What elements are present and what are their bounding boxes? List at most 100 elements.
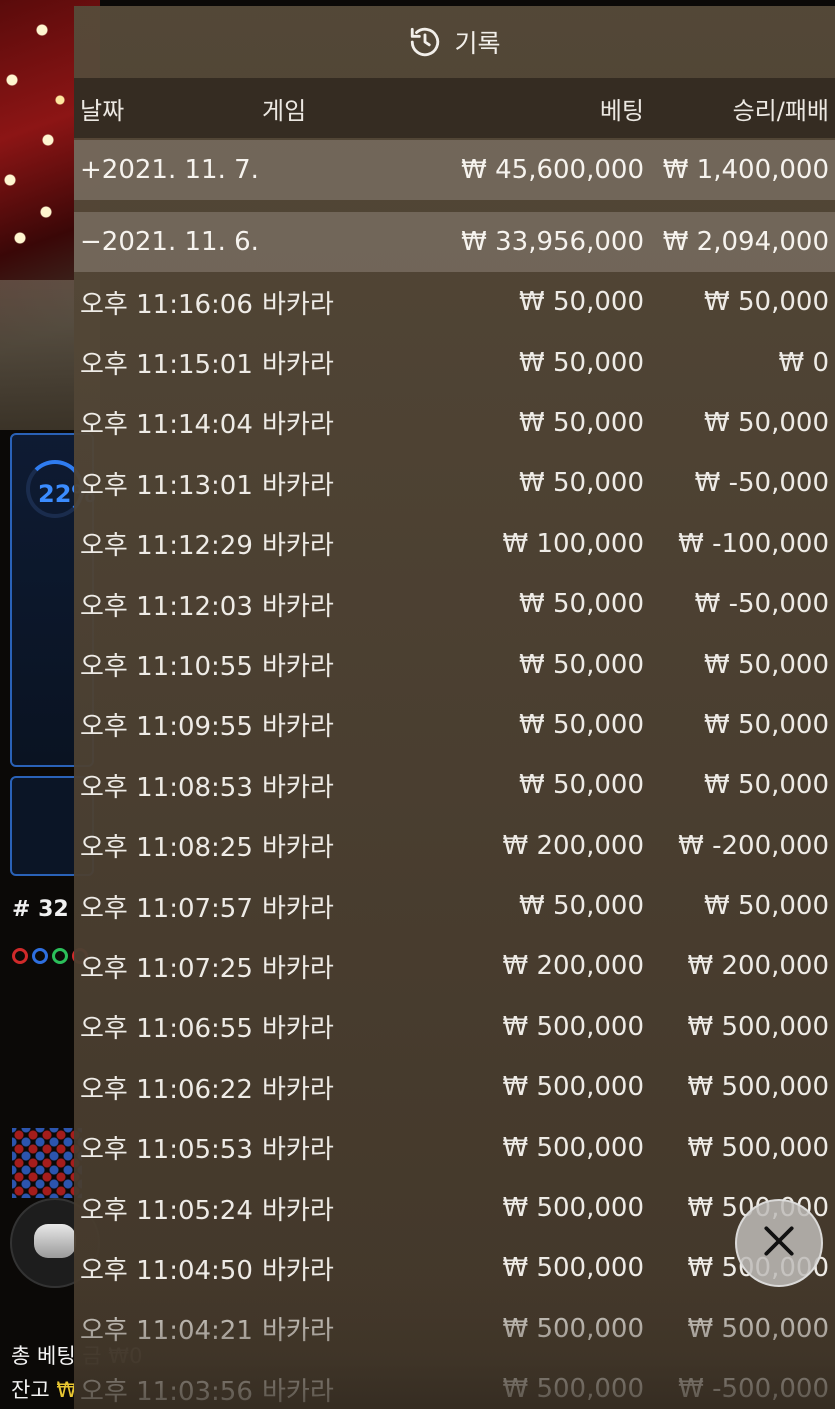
history-entry-row[interactable]: 오후 11:10:55 바카라 ₩ 50,000 ₩ 50,000 (74, 634, 835, 694)
entry-time: 오후 11:16:06 (80, 289, 253, 320)
balance-label: 잔고 ₩ (11, 1374, 77, 1404)
entry-time: 오후 11:06:22 (80, 1074, 253, 1105)
entry-win-loss: ₩ 50,000 (704, 287, 829, 318)
entry-game: 바카라 (262, 772, 334, 803)
entry-game: 바카라 (262, 953, 334, 984)
history-icon (408, 25, 442, 59)
entry-game: 바카라 (262, 1195, 334, 1226)
entry-win-loss: ₩ 500,000 (687, 1132, 830, 1163)
entry-game: 바카라 (262, 1074, 334, 1105)
blue-circle-icon (32, 948, 48, 964)
entry-game: 바카라 (262, 1316, 334, 1347)
history-entry-row[interactable]: 오후 11:07:57 바카라 ₩ 50,000 ₩ 50,000 (74, 876, 835, 936)
history-entry-row[interactable]: 오후 11:12:29 바카라 ₩ 100,000 ₩ -100,000 (74, 514, 835, 574)
history-entry-row[interactable]: 오후 11:06:55 바카라 ₩ 500,000 ₩ 500,000 (74, 997, 835, 1057)
entry-game: 바카라 (262, 289, 334, 320)
entry-game: 바카라 (262, 1255, 334, 1286)
column-date: 날짜 (80, 96, 125, 125)
entry-game: 바카라 (262, 1135, 334, 1166)
entry-time: 오후 11:12:03 (80, 591, 253, 622)
entry-time: 오후 11:07:57 (80, 893, 253, 924)
history-entry-row[interactable]: 오후 11:08:25 바카라 ₩ 200,000 ₩ -200,000 (74, 816, 835, 876)
entry-time: 오후 11:15:01 (80, 350, 253, 381)
day-bet-total: ₩ 33,956,000 (461, 227, 644, 257)
column-bet: 베팅 (599, 96, 644, 125)
history-panel: 기록 날짜 게임 베팅 승리/패배 +2021. 11. 7. ₩ 45,600… (74, 6, 835, 1409)
history-entry-row[interactable]: 오후 11:04:50바카라₩ 500,000₩ 500,000 (74, 1238, 835, 1298)
entry-bet: ₩ 50,000 (519, 287, 644, 318)
entry-time: 오후 11:12:29 (80, 531, 253, 562)
column-win-loss: 승리/패배 (732, 96, 829, 125)
day-label: +2021. 11. 7. (80, 155, 259, 185)
entry-bet: ₩ 50,000 (519, 891, 644, 922)
entry-time: 오후 11:04:50 (80, 1255, 253, 1286)
entry-time: 오후 11:09:55 (80, 712, 253, 743)
history-entry-row[interactable]: 오후 11:03:56 바카라 ₩ 500,000 ₩ -500,000 (74, 1359, 835, 1409)
entry-win-loss: ₩ 500,000 (687, 1072, 830, 1103)
entry-bet: ₩ 200,000 (502, 830, 645, 861)
history-entry-row[interactable]: 오후 11:12:03 바카라 ₩ 50,000 ₩ -50,000 (74, 574, 835, 634)
entry-bet: ₩ 50,000 (519, 770, 644, 801)
bead-road (12, 1128, 82, 1198)
entry-time: 오후 11:08:53 (80, 772, 253, 803)
entry-time: 오후 11:06:55 (80, 1014, 253, 1045)
entry-win-loss: ₩ -500,000 (678, 1374, 829, 1405)
entry-game: 바카라 (262, 591, 334, 622)
history-entry-row[interactable]: 오후 11:14:04 바카라 ₩ 50,000 ₩ 50,000 (74, 393, 835, 453)
entry-win-loss: ₩ -200,000 (678, 830, 829, 861)
entry-bet: ₩ 500,000 (502, 1374, 645, 1405)
day-win-loss-total: ₩ 2,094,000 (662, 227, 829, 257)
entry-win-loss: ₩ 500,000 (687, 1011, 830, 1042)
entry-game: 바카라 (262, 1376, 334, 1407)
entry-bet: ₩ 100,000 (502, 528, 645, 559)
entry-bet: ₩ 50,000 (519, 407, 644, 438)
entry-win-loss: ₩ 50,000 (704, 407, 829, 438)
entry-game: 바카라 (262, 410, 334, 441)
history-entry-row[interactable]: 오후 11:06:22 바카라 ₩ 500,000 ₩ 500,000 (74, 1057, 835, 1117)
entry-bet: ₩ 50,000 (519, 589, 644, 620)
entry-win-loss: ₩ 50,000 (704, 891, 829, 922)
entry-bet: ₩ 50,000 (519, 709, 644, 740)
entry-bet: ₩ 50,000 (519, 347, 644, 378)
entry-win-loss: ₩ 50,000 (704, 709, 829, 740)
history-entry-row[interactable]: 오후 11:09:55 바카라 ₩ 50,000 ₩ 50,000 (74, 695, 835, 755)
entry-time: 오후 11:13:01 (80, 470, 253, 501)
history-title: 기록 (454, 29, 501, 58)
entry-win-loss: ₩ -100,000 (678, 528, 829, 559)
history-entry-row[interactable]: 오후 11:15:01 바카라 ₩ 50,000 ₩ 0 (74, 332, 835, 392)
column-header: 날짜 게임 베팅 승리/패배 (74, 78, 835, 138)
entry-win-loss: ₩ 0 (778, 347, 829, 378)
entry-time: 오후 11:05:24 (80, 1195, 253, 1226)
history-entry-row[interactable]: 오후 11:05:53 바카라 ₩ 500,000 ₩ 500,000 (74, 1117, 835, 1177)
history-entries-list[interactable]: 오후 11:16:06 바카라 ₩ 50,000 ₩ 50,000 오후 11:15:0… (74, 272, 835, 1409)
history-header: 기록 (74, 6, 835, 78)
day-row-expanded[interactable]: −2021. 11. 6. ₩ 33,956,000 ₩ 2,094,000 (74, 212, 835, 272)
entry-time: 오후 11:07:25 (80, 953, 253, 984)
entry-win-loss: ₩ -50,000 (694, 468, 829, 499)
history-entry-row[interactable]: 오후 11:05:24바카라₩ 500,000₩ 500,000 (74, 1178, 835, 1238)
history-entry-row[interactable]: 오후 11:08:53 바카라 ₩ 50,000 ₩ 50,000 (74, 755, 835, 815)
entry-win-loss: ₩ 50,000 (704, 770, 829, 801)
history-entry-row[interactable]: 오후 11:16:06 바카라 ₩ 50,000 ₩ 50,000 (74, 272, 835, 332)
entry-game: 바카라 (262, 652, 334, 683)
history-entry-row[interactable]: 오후 11:07:25 바카라 ₩ 200,000 ₩ 200,000 (74, 936, 835, 996)
close-button[interactable] (735, 1199, 823, 1287)
history-entry-row[interactable]: 오후 11:13:01 바카라 ₩ 50,000 ₩ -50,000 (74, 453, 835, 513)
entry-time: 오후 11:08:25 (80, 833, 253, 864)
entry-time: 오후 11:05:53 (80, 1135, 253, 1166)
entry-time: 오후 11:14:04 (80, 410, 253, 441)
entry-game: 바카라 (262, 1014, 334, 1045)
entry-game: 바카라 (262, 531, 334, 562)
entry-bet: ₩ 500,000 (502, 1072, 645, 1103)
entry-game: 바카라 (262, 470, 334, 501)
history-entry-row[interactable]: 오후 11:04:21 바카라 ₩ 500,000 ₩ 500,000 (74, 1299, 835, 1359)
day-label: −2021. 11. 6. (80, 227, 259, 257)
round-number: # 32 (12, 897, 69, 922)
entry-bet: ₩ 500,000 (502, 1193, 645, 1224)
day-row-collapsed[interactable]: +2021. 11. 7. ₩ 45,600,000 ₩ 1,400,000 (74, 140, 835, 200)
red-circle-icon (12, 948, 28, 964)
day-win-loss-total: ₩ 1,400,000 (662, 155, 829, 185)
entry-game: 바카라 (262, 893, 334, 924)
day-bet-total: ₩ 45,600,000 (461, 155, 644, 185)
balance-text: 잔고 (11, 1378, 50, 1402)
